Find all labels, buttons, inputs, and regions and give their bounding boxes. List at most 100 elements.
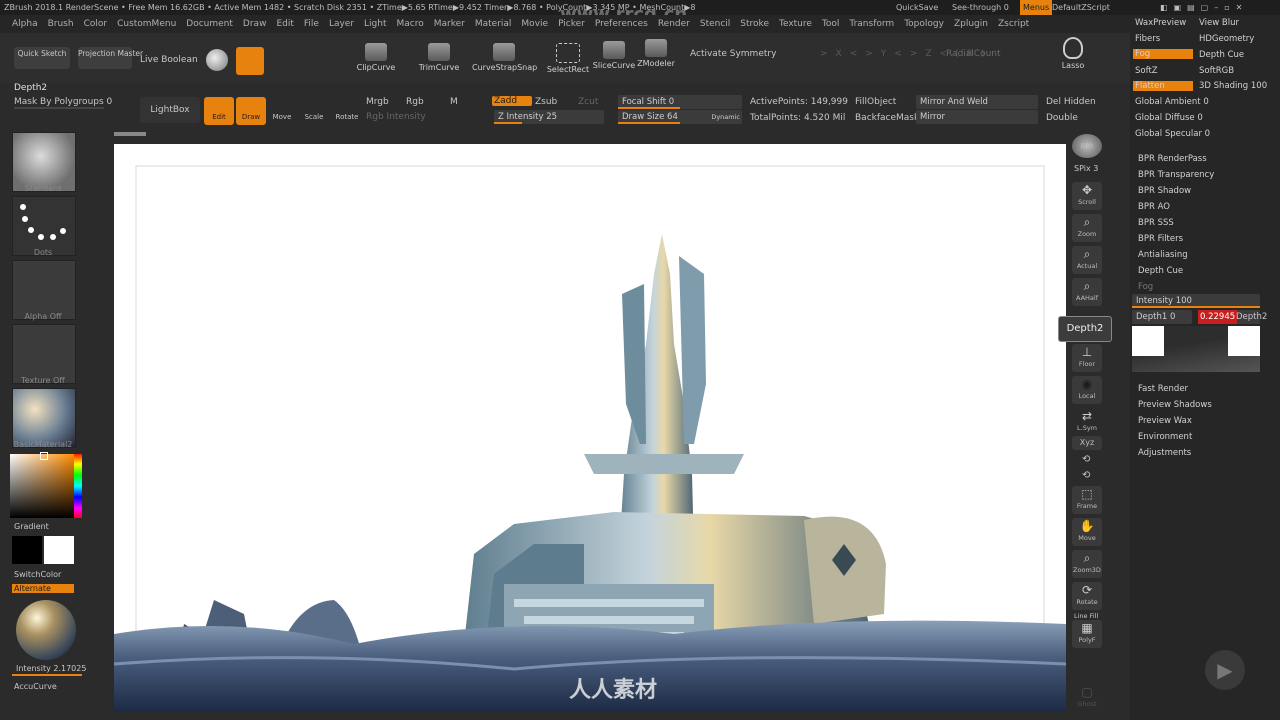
alternate-button[interactable]: Alternate — [12, 584, 74, 593]
menu-topology[interactable]: Topology — [904, 19, 944, 29]
focal-shift-slider[interactable]: Focal Shift 0 — [618, 95, 742, 109]
double-button[interactable]: Double — [1046, 113, 1078, 123]
rgb-intensity-slider[interactable]: Rgb Intensity — [366, 112, 426, 122]
mask-polygroups-slider[interactable]: Mask By Polygroups 0 — [14, 97, 112, 107]
fog-near-color-swatch[interactable] — [1132, 326, 1164, 356]
switch-color-button[interactable]: SwitchColor — [14, 570, 61, 579]
move-button[interactable]: Move — [270, 97, 294, 121]
global-diffuse-slider[interactable]: Global Diffuse 0 — [1135, 113, 1203, 123]
xyz-button[interactable]: Xyz — [1072, 436, 1102, 450]
quicksave-button[interactable]: QuickSave — [896, 0, 938, 15]
lasso-button[interactable]: Lasso — [1058, 37, 1088, 70]
depth2-slider[interactable]: 0.22945 Depth2 — [1198, 310, 1267, 324]
intensity-label[interactable]: Intensity 2.17025 — [16, 664, 86, 673]
bpr-ao-item[interactable]: BPR AO — [1138, 202, 1170, 212]
menu-tool[interactable]: Tool — [822, 19, 839, 29]
menu-light[interactable]: Light — [364, 19, 386, 29]
scroll-button[interactable]: ✥ Scroll — [1072, 182, 1102, 210]
scale-button[interactable]: Scale — [302, 97, 326, 121]
alpha-thumb[interactable] — [12, 260, 76, 320]
menu-preferences[interactable]: Preferences — [595, 19, 648, 29]
texture-thumb[interactable] — [12, 324, 76, 384]
clipcurve-button[interactable]: ClipCurve — [354, 43, 398, 72]
draw-size-slider[interactable]: Draw Size 64 Dynamic — [618, 110, 742, 124]
3d-shading-slider[interactable]: 3D Shading 100 — [1199, 81, 1267, 91]
backface-mask-button[interactable]: BackfaceMask — [855, 113, 919, 123]
softrgb-button[interactable]: SoftRGB — [1199, 66, 1234, 76]
zadd-button[interactable]: Zadd — [492, 96, 532, 106]
mirror-button[interactable]: Mirror — [916, 110, 1038, 124]
fibers-button[interactable]: Fibers — [1135, 34, 1160, 44]
ghost-button[interactable]: ▢ Ghost — [1072, 684, 1102, 712]
fog-far-color-swatch[interactable] — [1228, 326, 1260, 356]
edit-button[interactable]: Edit — [204, 97, 234, 125]
menu-file[interactable]: File — [304, 19, 319, 29]
global-ambient-slider[interactable]: Global Ambient 0 — [1135, 97, 1209, 107]
bpr-transparency-item[interactable]: BPR Transparency — [1138, 170, 1214, 180]
menu-edit[interactable]: Edit — [276, 19, 293, 29]
floor-button[interactable]: ⊥ Floor — [1072, 344, 1102, 372]
bpr-button[interactable]: BPR — [1072, 134, 1102, 158]
polyf-button[interactable]: ▦ PolyF — [1072, 620, 1102, 648]
rotate-view-button[interactable]: ⟳ Rotate — [1072, 582, 1102, 610]
menu-custommenu[interactable]: CustomMenu — [117, 19, 176, 29]
color-picker[interactable] — [10, 452, 82, 518]
lsym-button[interactable]: ⇄ L.Sym — [1072, 408, 1102, 432]
preview-wax-item[interactable]: Preview Wax — [1138, 416, 1192, 426]
z-intensity-slider[interactable]: Z Intensity 25 — [494, 110, 604, 124]
menu-transform[interactable]: Transform — [849, 19, 894, 29]
menu-document[interactable]: Document — [186, 19, 233, 29]
radial-count-slider[interactable]: RadialCount — [946, 49, 1001, 59]
rotate-z-icon[interactable]: ⟲ — [1082, 470, 1090, 481]
menu-layer[interactable]: Layer — [329, 19, 354, 29]
menu-alpha[interactable]: Alpha — [12, 19, 38, 29]
active-mode-icon[interactable] — [236, 47, 264, 75]
zoom3d-button[interactable]: ⌕ Zoom3D — [1072, 550, 1102, 578]
hdgeometry-button[interactable]: HDGeometry — [1199, 34, 1254, 44]
mrgb-button[interactable]: Mrgb — [366, 97, 389, 107]
play-icon[interactable]: ▶ — [1205, 650, 1245, 690]
bpr-shadow-item[interactable]: BPR Shadow — [1138, 186, 1191, 196]
document-canvas[interactable]: 人人素材 — [114, 144, 1066, 712]
menu-stroke[interactable]: Stroke — [740, 19, 769, 29]
gradient-button[interactable]: Gradient — [14, 522, 49, 531]
live-boolean-button[interactable]: Live Boolean — [140, 55, 198, 65]
matcap-sphere[interactable] — [16, 600, 76, 660]
environment-item[interactable]: Environment — [1138, 432, 1192, 442]
default-zscript-button[interactable]: DefaultZScript — [1052, 0, 1110, 15]
zmodeler-button[interactable]: ZModeler — [636, 39, 676, 68]
flatten-button[interactable]: Flatten — [1133, 81, 1193, 91]
accucurve-button[interactable]: AccuCurve — [14, 682, 57, 691]
menu-texture[interactable]: Texture — [779, 19, 812, 29]
secondary-color-swatch[interactable] — [12, 536, 42, 564]
dynamic-button[interactable]: Dynamic — [711, 110, 740, 124]
menu-stencil[interactable]: Stencil — [700, 19, 730, 29]
standard-brush-thumb[interactable] — [12, 132, 76, 192]
actual-button[interactable]: ⌕ Actual — [1072, 246, 1102, 274]
rotate-button[interactable]: Rotate — [334, 97, 360, 121]
depth-cue-item[interactable]: Depth Cue — [1138, 266, 1183, 276]
softz-button[interactable]: SoftZ — [1135, 66, 1158, 76]
zsub-button[interactable]: Zsub — [535, 97, 557, 107]
preview-shadows-item[interactable]: Preview Shadows — [1138, 400, 1212, 410]
fog-button[interactable]: Fog — [1133, 49, 1193, 59]
mirror-and-weld-button[interactable]: Mirror And Weld — [916, 95, 1038, 109]
aahalf-button[interactable]: ⌕ AAHalf — [1072, 278, 1102, 306]
menu-marker[interactable]: Marker — [434, 19, 465, 29]
global-specular-slider[interactable]: Global Specular 0 — [1135, 129, 1210, 139]
fill-object-button[interactable]: FillObject — [855, 97, 896, 107]
m-button[interactable]: M — [450, 97, 458, 107]
menu-macro[interactable]: Macro — [397, 19, 424, 29]
fog-curve-preview[interactable] — [1132, 326, 1260, 372]
quick-sketch-button[interactable]: Quick Sketch — [14, 47, 70, 69]
zoom-button[interactable]: ⌕ Zoom — [1072, 214, 1102, 242]
main-color-swatch[interactable] — [44, 536, 74, 564]
frame-button[interactable]: ⬚ Frame — [1072, 486, 1102, 514]
bpr-renderpass-item[interactable]: BPR RenderPass — [1138, 154, 1207, 164]
rotate-y-icon[interactable]: ⟲ — [1082, 454, 1090, 465]
antialiasing-item[interactable]: Antialiasing — [1138, 250, 1188, 260]
see-through-slider[interactable]: See-through 0 — [952, 0, 1009, 15]
curvestrapsnap-button[interactable]: CurveStrapSnap — [472, 43, 537, 72]
material-thumb[interactable] — [12, 388, 76, 448]
zcut-button[interactable]: Zcut — [578, 97, 598, 107]
